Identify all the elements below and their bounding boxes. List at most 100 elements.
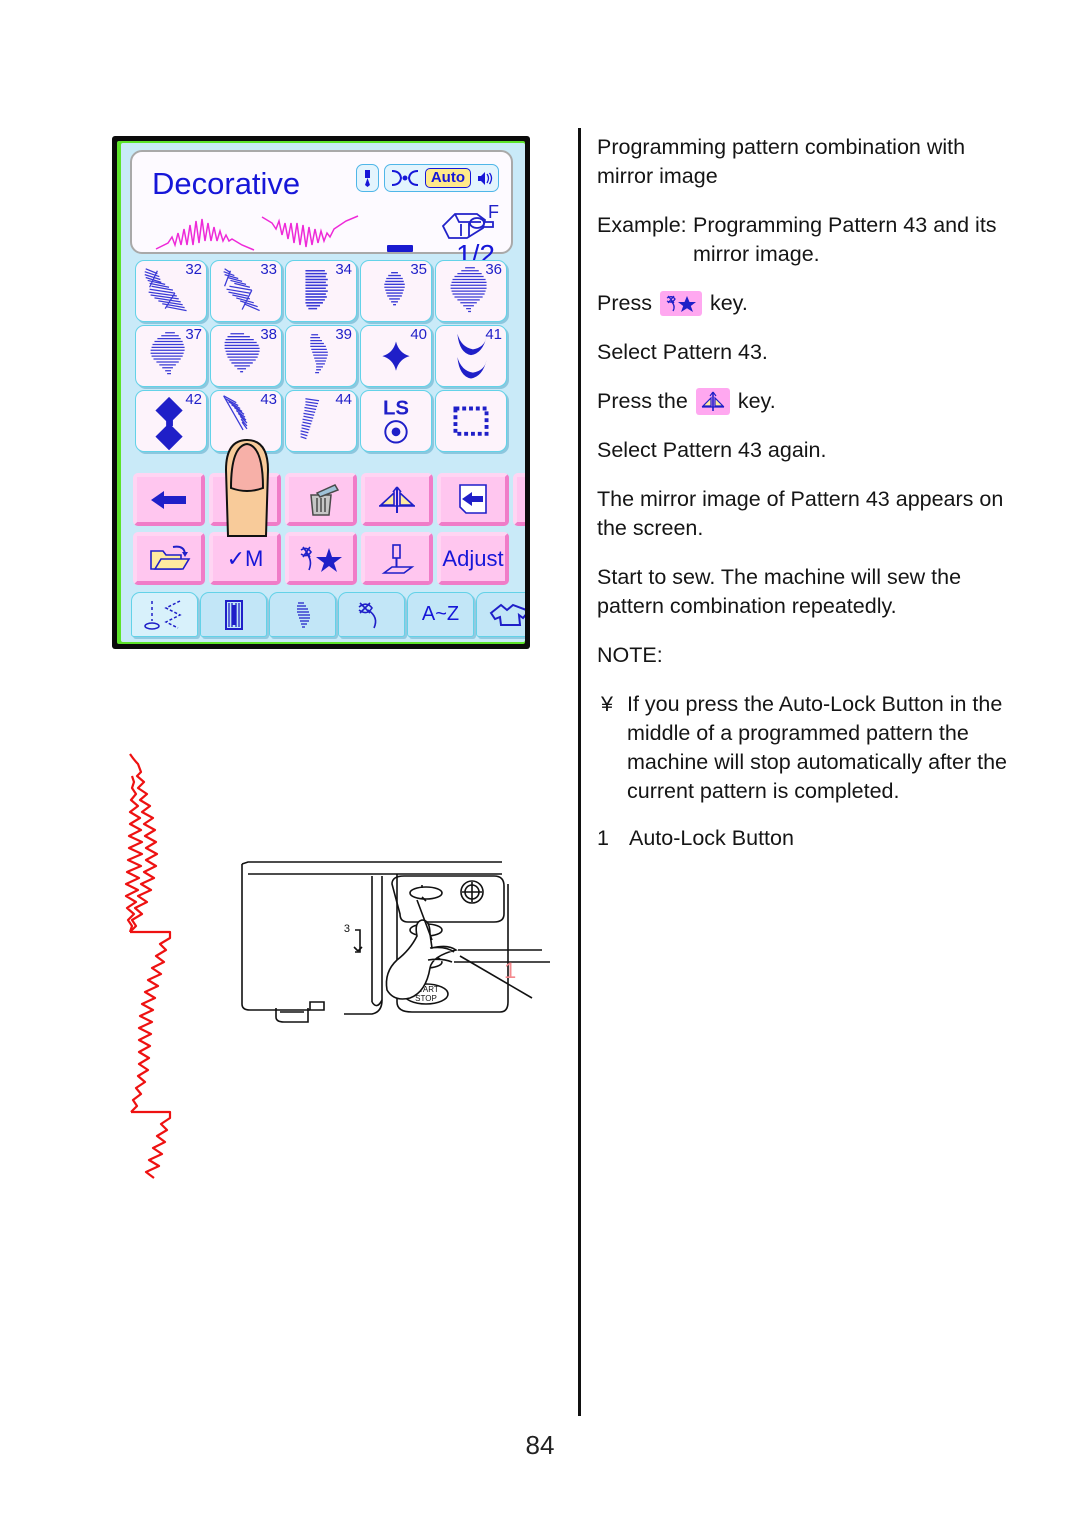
note-bullet: ¥ <box>601 692 613 716</box>
pattern-row: 37 38 39 40 41 <box>135 325 513 387</box>
pattern-cell-34[interactable]: 34 <box>285 260 357 322</box>
tab-decorative[interactable] <box>338 592 405 637</box>
stitch-preview <box>155 215 359 251</box>
step-select-again: Select Pattern 43 again. <box>597 438 827 462</box>
pattern-glyph-40 <box>382 341 410 371</box>
pattern-cell-39[interactable]: 39 <box>285 325 357 387</box>
pattern-glyph-39 <box>310 334 328 374</box>
memory-key[interactable]: ✓M <box>209 532 281 585</box>
dotted-square-icon <box>453 406 489 436</box>
tab-satin[interactable] <box>269 592 336 637</box>
instruction-text-column: Programming pattern combination with mir… <box>597 133 1022 853</box>
tab-monogram-label: A~Z <box>421 603 460 625</box>
cursor-indicator <box>387 245 413 252</box>
mirror-icon <box>378 486 416 513</box>
page-back-key[interactable] <box>437 473 509 526</box>
program-key-inline-icon <box>659 291 702 316</box>
step-press-program-key: Press key. <box>597 289 1022 318</box>
category-tabs: A~Z <box>131 592 525 637</box>
mirror-key-inline-icon <box>695 388 730 415</box>
page-number: 84 <box>525 1430 555 1460</box>
page-arrow-left-icon <box>459 483 487 514</box>
presser-width-icon <box>391 170 418 186</box>
pattern-row: 32 33 34 35 36 <box>135 260 513 322</box>
foot-letter-label: F <box>488 202 499 222</box>
pattern-cell-44[interactable]: 44 <box>285 390 357 452</box>
file-save-key[interactable] <box>133 532 205 585</box>
pattern-glyph-ls: LS <box>383 397 409 444</box>
machine-diagram: START STOP 3 <box>241 861 550 1023</box>
column-divider <box>578 128 581 1416</box>
mirror-key[interactable] <box>361 473 433 526</box>
pattern-glyph-44 <box>300 398 320 440</box>
page-forward-key[interactable] <box>513 473 525 526</box>
pattern-cell-33[interactable]: 33 <box>210 260 282 322</box>
needle-plate-key[interactable] <box>361 532 433 585</box>
pattern-glyph-43 <box>223 395 248 431</box>
arrow-left-icon <box>151 490 186 509</box>
pattern-cell-42[interactable]: 42 <box>135 390 207 452</box>
reference-item: 1 Auto-Lock Button <box>597 824 1022 853</box>
needle-icon[interactable] <box>355 164 379 192</box>
pattern-cell-32[interactable]: 32 <box>135 260 207 322</box>
program-key[interactable] <box>285 532 357 585</box>
buttonhole-icon <box>224 599 243 630</box>
pattern-cell-35[interactable]: 35 <box>360 260 432 322</box>
pattern-glyph-32 <box>144 268 187 312</box>
pattern-cell-36[interactable]: 36 <box>435 260 507 322</box>
utility-stitch-icon <box>143 599 182 630</box>
memory-key-label: ✓M <box>226 545 264 571</box>
pattern-grid: 32 33 34 35 36 37 38 39 40 41 42 43 44 L… <box>135 260 513 455</box>
note-text: If you press the Auto-Lock Button in the… <box>627 692 1008 803</box>
tab-buttonhole[interactable] <box>200 592 267 637</box>
minus-key[interactable] <box>209 473 281 526</box>
step-press-the-suffix: key. <box>737 389 776 413</box>
pattern-glyph-42 <box>155 396 183 451</box>
needle-plate-icon <box>381 543 415 574</box>
pattern-cell-37[interactable]: 37 <box>135 325 207 387</box>
step-press-mirror-key: Press the key. <box>597 387 1022 416</box>
pattern-cell-41[interactable]: 41 <box>435 325 507 387</box>
pattern-glyph-38 <box>224 333 260 373</box>
delete-key[interactable] <box>285 473 357 526</box>
pattern-glyph-41 <box>457 333 487 379</box>
adjust-key-label: Adjust <box>442 545 504 571</box>
function-key-row-2: ✓M Adjust <box>133 532 509 585</box>
sound-icon <box>478 171 493 185</box>
pattern-glyph-37 <box>150 332 185 375</box>
pattern-cell-ls[interactable]: LS <box>360 390 432 452</box>
pattern-glyph-33 <box>223 268 260 312</box>
lcd-title: Decorative <box>152 166 301 201</box>
auto-chip[interactable]: Auto <box>424 168 471 188</box>
tab-quilting[interactable] <box>476 592 525 637</box>
thread-path-number: 3 <box>344 923 350 935</box>
step-select-pattern-43: Select Pattern 43. <box>597 340 768 364</box>
minus-icon <box>231 497 259 502</box>
pattern-row: 42 43 44 LS <box>135 390 513 452</box>
shirt-icon <box>489 603 525 626</box>
reference-number: 1 <box>597 826 609 850</box>
svg-text:LS: LS <box>383 397 409 419</box>
presser-group: Auto <box>383 164 499 192</box>
example-body: Programming Pattern 43 and its mirror im… <box>693 213 997 266</box>
pattern-cell-blank[interactable] <box>435 390 507 452</box>
note-item: ¥ If you press the Auto-Lock Button in t… <box>597 690 1022 806</box>
lcd-screen: Decorative Auto F 1/2 32 33 34 35 36 37 … <box>121 143 525 642</box>
pattern-cell-38[interactable]: 38 <box>210 325 282 387</box>
callout-number-1: 1 <box>504 958 517 983</box>
cursor-left-key[interactable] <box>133 473 205 526</box>
adjust-key[interactable]: Adjust <box>437 532 509 585</box>
tab-monogram[interactable]: A~Z <box>407 592 474 637</box>
section-heading: Programming pattern combination with mir… <box>597 135 966 188</box>
step-press-the-prefix: Press the <box>597 389 688 413</box>
pattern-cell-40[interactable]: 40 <box>360 325 432 387</box>
pattern-cell-43[interactable]: 43 <box>210 390 282 452</box>
presser-foot-indicator: F 1/2 <box>437 202 499 269</box>
tab-utility[interactable] <box>131 592 198 637</box>
pattern-glyph-34 <box>305 269 328 310</box>
lcd-header: Decorative Auto F 1/2 <box>130 150 513 269</box>
note-heading: NOTE: <box>597 643 663 667</box>
step-start-sewing: Start to sew. The machine will sew the p… <box>597 565 962 618</box>
reference-label: Auto-Lock Button <box>629 826 794 850</box>
satin-crescent-icon <box>296 601 310 628</box>
